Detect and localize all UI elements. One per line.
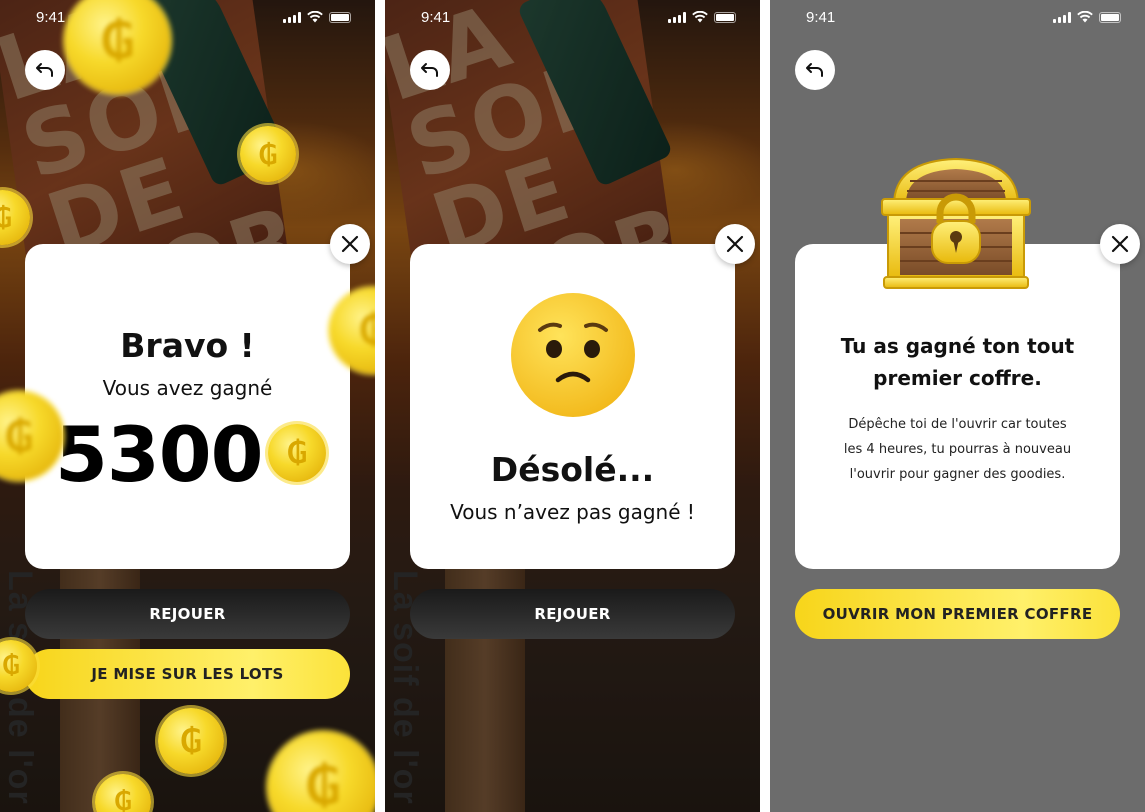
signal-icon [1053,12,1071,23]
result-card: Bravo ! Vous avez gagné 5300 ₲ [25,244,350,569]
back-button[interactable] [25,50,65,90]
screen-win: LA SOIF DE L'OR La soif de l'or 9:41 Bra… [0,0,375,812]
status-time: 9:41 [806,9,836,26]
win-amount: 5300 [55,410,264,499]
coin-icon: ₲ [268,424,326,482]
signal-icon [668,12,686,23]
close-button[interactable] [1100,224,1140,264]
close-button[interactable] [330,224,370,264]
close-button[interactable] [715,224,755,264]
result-card: Désolé... Vous n’avez pas gagné ! [410,244,735,569]
screen-chest: 9:41 Tu as gagné ton tout premier coffre… [770,0,1145,812]
battery-icon [329,12,351,23]
back-arrow-icon [421,63,438,77]
coin-icon: ₲ [158,708,224,774]
result-subtitle: Vous n’avez pas gagné ! [450,500,695,524]
wifi-icon [1077,11,1093,23]
wifi-icon [692,11,708,23]
chest-title: Tu as gagné ton tout premier coffre. [840,334,1075,390]
result-title: Désolé... [490,450,655,489]
worried-face-icon [511,293,635,417]
close-icon [1111,235,1129,253]
replay-button[interactable]: REJOUER [410,589,735,639]
back-arrow-icon [36,63,53,77]
status-time: 9:41 [36,9,66,26]
open-chest-button[interactable]: OUVRIR MON PREMIER COFFRE [795,589,1120,639]
status-bar: 9:41 [0,0,375,36]
bet-prizes-button[interactable]: JE MISE SUR LES LOTS [25,649,350,699]
back-button[interactable] [795,50,835,90]
treasure-chest-icon [881,157,1031,289]
battery-icon [714,12,736,23]
chest-card: Tu as gagné ton tout premier coffre. Dép… [795,244,1120,569]
back-arrow-icon [806,63,823,77]
signal-icon [283,12,301,23]
back-button[interactable] [410,50,450,90]
coin-icon: ₲ [240,126,296,182]
close-icon [726,235,744,253]
chest-description: Dépêche toi de l'ouvrir car toutes les 4… [843,417,1072,482]
status-bar: 9:41 [385,0,760,36]
wifi-icon [307,11,323,23]
result-subtitle: Vous avez gagné [102,376,273,400]
close-icon [341,235,359,253]
battery-icon [1099,12,1121,23]
status-bar: 9:41 [770,0,1145,36]
result-title: Bravo ! [120,326,255,365]
replay-button[interactable]: REJOUER [25,589,350,639]
screen-lose: LA SOIF DE L'OR La soif de l'or 9:41 Dés… [385,0,760,812]
status-time: 9:41 [421,9,451,26]
